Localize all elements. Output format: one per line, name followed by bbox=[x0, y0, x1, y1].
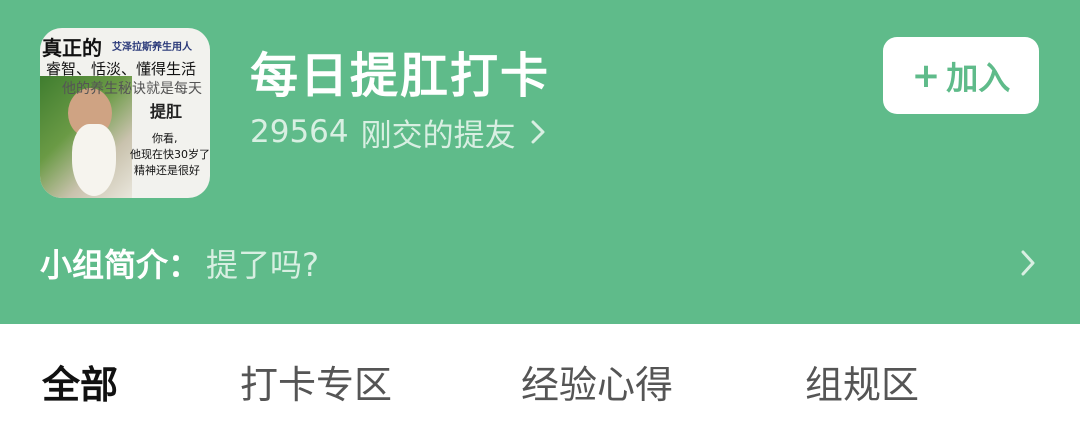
group-intro-row[interactable]: 小组简介： 提了吗? bbox=[40, 238, 1040, 288]
intro-label: 小组简介： bbox=[40, 246, 201, 284]
avatar-caption: 精神还是很好 bbox=[134, 164, 200, 177]
group-title: 每日提肛打卡 bbox=[250, 48, 551, 104]
avatar-caption: 他现在快30岁了 bbox=[130, 148, 210, 161]
avatar-caption: 睿智、恬淡、懂得生活 bbox=[46, 60, 197, 78]
tab-group-rules[interactable]: 组规区 bbox=[805, 354, 919, 409]
join-label: 加入 bbox=[946, 58, 1011, 97]
avatar-caption: 你看, bbox=[152, 132, 178, 145]
intro-text: 提了吗? bbox=[206, 246, 320, 284]
group-header: 真正的 艾泽拉斯养生用人 睿智、恬淡、懂得生活 他的养生秘诀就是每天 提肛 你看… bbox=[0, 0, 1080, 324]
member-count: 29564 bbox=[250, 114, 349, 150]
avatar-elder-beard bbox=[72, 124, 116, 196]
chevron-right-icon bbox=[531, 120, 545, 144]
member-label: 刚交的提友 bbox=[360, 117, 516, 154]
tab-bar: 全部 打卡专区 经验心得 组规区 bbox=[0, 324, 1080, 424]
tab-all[interactable]: 全部 bbox=[42, 354, 118, 409]
member-count-link[interactable]: 29564 刚交的提友 bbox=[250, 112, 546, 154]
tab-experience[interactable]: 经验心得 bbox=[521, 354, 673, 409]
chevron-right-icon bbox=[1021, 250, 1035, 276]
avatar-caption: 艾泽拉斯养生用人 bbox=[112, 42, 192, 53]
avatar-caption: 提肛 bbox=[150, 102, 183, 121]
group-avatar[interactable]: 真正的 艾泽拉斯养生用人 睿智、恬淡、懂得生活 他的养生秘诀就是每天 提肛 你看… bbox=[40, 28, 210, 198]
plus-icon: + bbox=[911, 55, 941, 96]
tab-checkin-zone[interactable]: 打卡专区 bbox=[240, 354, 392, 409]
avatar-caption: 他的养生秘诀就是每天 bbox=[62, 81, 202, 97]
join-button[interactable]: + 加入 bbox=[883, 37, 1039, 114]
avatar-caption: 真正的 bbox=[42, 36, 102, 60]
